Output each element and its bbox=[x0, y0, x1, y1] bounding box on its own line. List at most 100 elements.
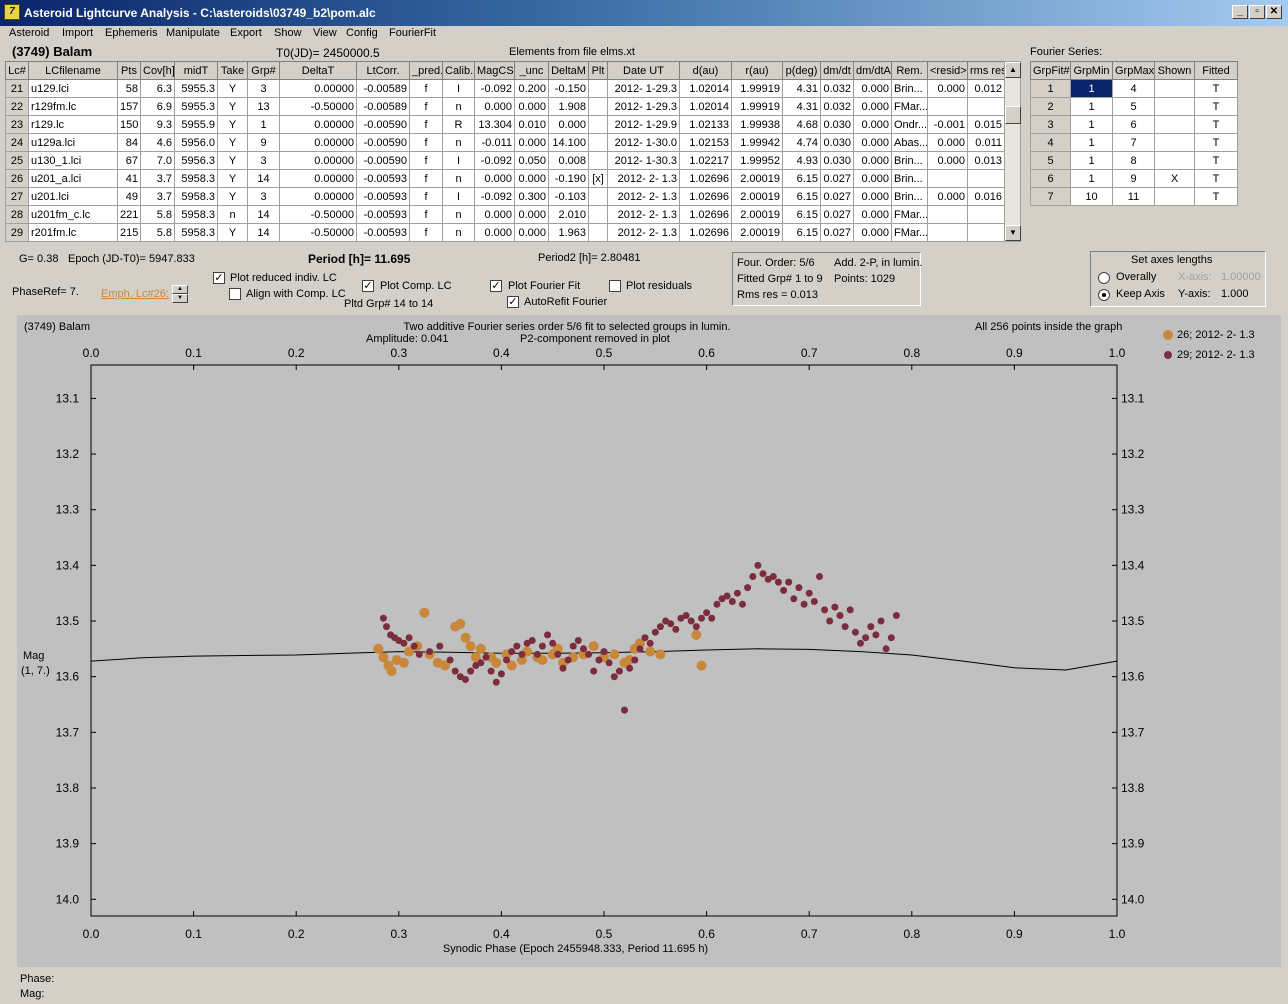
spin-up-icon[interactable]: ▲ bbox=[172, 285, 188, 294]
lc-table-cell[interactable] bbox=[588, 79, 608, 98]
lc-table-cell[interactable]: R bbox=[442, 115, 475, 134]
fs-col-header[interactable]: Fitted bbox=[1194, 61, 1238, 80]
fs-table-cell[interactable]: 1 bbox=[1070, 151, 1113, 170]
fs-table-row[interactable]: 114T bbox=[1030, 79, 1238, 98]
lc-table-cell[interactable]: 6.9 bbox=[140, 97, 175, 116]
lc-table-cell[interactable]: I bbox=[442, 187, 475, 206]
lc-table-cell[interactable]: 24 bbox=[5, 133, 29, 152]
lc-table-cell[interactable]: 2012- 1-29.9 bbox=[607, 115, 680, 134]
scroll-up-icon[interactable]: ▲ bbox=[1005, 62, 1021, 78]
fs-table-cell[interactable]: 1 bbox=[1030, 79, 1071, 98]
lc-table-cell[interactable]: 2.00019 bbox=[731, 187, 783, 206]
lc-table-cell[interactable]: 0.012 bbox=[967, 79, 1004, 98]
lc-table-cell[interactable]: Y bbox=[217, 187, 248, 206]
lc-table-cell[interactable]: 41 bbox=[117, 169, 141, 188]
lc-table-cell[interactable] bbox=[588, 115, 608, 134]
fs-table-cell[interactable]: 1 bbox=[1070, 79, 1113, 98]
lc-table-cell[interactable]: n bbox=[442, 205, 475, 224]
lc-table-cell[interactable]: -0.092 bbox=[474, 151, 515, 170]
lc-table-cell[interactable]: -0.00589 bbox=[356, 79, 410, 98]
lc-table-cell[interactable]: 5955.3 bbox=[174, 79, 218, 98]
lc-table-cell[interactable]: I bbox=[442, 151, 475, 170]
lc-table-cell[interactable]: f bbox=[409, 151, 443, 170]
lc-table-cell[interactable]: -0.190 bbox=[548, 169, 589, 188]
menu-manipulate[interactable]: Manipulate bbox=[166, 27, 220, 39]
lc-table-cell[interactable]: u201.lci bbox=[28, 187, 118, 206]
fs-table-cell[interactable]: 6 bbox=[1112, 115, 1155, 134]
period-value[interactable]: Period [h]= 11.695 bbox=[308, 252, 410, 266]
lc-table-cell[interactable]: Y bbox=[217, 79, 248, 98]
lc-table-cell[interactable]: n bbox=[217, 205, 248, 224]
fs-table-cell[interactable]: 6 bbox=[1030, 169, 1071, 188]
fs-table-row[interactable]: 215 T bbox=[1030, 97, 1238, 116]
lc-table-cell[interactable]: 5.8 bbox=[140, 205, 175, 224]
lc-table-row[interactable]: 21 u129.lci 58 6.3 5955.3 Y 3 0.00000 -0.00589 f I… bbox=[5, 79, 1004, 98]
lc-table-cell[interactable]: 3 bbox=[247, 187, 280, 206]
lc-table-cell[interactable]: 5958.3 bbox=[174, 205, 218, 224]
lc-table-cell[interactable]: 0.013 bbox=[967, 151, 1004, 170]
lc-table-cell[interactable]: 0.000 bbox=[853, 169, 892, 188]
lc-table-cell[interactable]: 221 bbox=[117, 205, 141, 224]
lc-table-cell[interactable] bbox=[967, 205, 1004, 224]
lc-table-cell[interactable]: 0.000 bbox=[514, 133, 549, 152]
lc-table-cell[interactable]: Y bbox=[217, 169, 248, 188]
lc-table-cell[interactable]: 0.000 bbox=[853, 133, 892, 152]
lc-table-cell[interactable]: 0.032 bbox=[820, 97, 854, 116]
lc-table-cell[interactable]: Ondr... bbox=[891, 115, 928, 134]
lc-table-cell[interactable]: 0.010 bbox=[514, 115, 549, 134]
lc-table-cell[interactable]: 0.000 bbox=[853, 97, 892, 116]
lc-table-cell[interactable]: 0.000 bbox=[474, 169, 515, 188]
lc-table-cell[interactable]: 3 bbox=[247, 79, 280, 98]
minimize-button[interactable]: _ bbox=[1232, 5, 1248, 19]
lc-table-cell[interactable]: -0.00593 bbox=[356, 169, 410, 188]
lc-table-cell[interactable] bbox=[588, 97, 608, 116]
fs-table-cell[interactable]: 2 bbox=[1030, 97, 1071, 116]
lc-table-cell[interactable]: 13 bbox=[247, 97, 280, 116]
lc-table-cell[interactable]: 0.000 bbox=[853, 223, 892, 242]
lc-table-row[interactable]: 28 u201fm_c.lc 221 5.8 5958.3 n 14 -0.50000 -0.0… bbox=[5, 205, 1004, 224]
lc-col-header[interactable]: Date UT bbox=[607, 61, 680, 80]
lc-table-cell[interactable]: 0.300 bbox=[514, 187, 549, 206]
lc-table-cell[interactable]: 6.15 bbox=[782, 205, 821, 224]
lc-col-header[interactable]: DeltaT bbox=[279, 61, 357, 80]
fs-col-header[interactable]: GrpMin bbox=[1070, 61, 1113, 80]
lc-table-cell[interactable]: 7.0 bbox=[140, 151, 175, 170]
lc-col-header[interactable]: Take bbox=[217, 61, 248, 80]
lc-table-cell[interactable]: Y bbox=[217, 115, 248, 134]
fs-table-cell[interactable]: X bbox=[1154, 169, 1195, 188]
lc-table-cell[interactable]: 0.000 bbox=[853, 79, 892, 98]
scroll-down-icon[interactable]: ▼ bbox=[1005, 225, 1021, 241]
lc-table-cell[interactable]: 1.02133 bbox=[679, 115, 732, 134]
fs-table-row[interactable]: 518 T bbox=[1030, 151, 1238, 170]
lc-table-cell[interactable]: 0.027 bbox=[820, 205, 854, 224]
fs-table-cell[interactable]: 5 bbox=[1030, 151, 1071, 170]
lc-table-cell[interactable]: 0.008 bbox=[548, 151, 589, 170]
lc-table-cell[interactable]: 0.000 bbox=[548, 115, 589, 134]
lc-table-cell[interactable]: 0.027 bbox=[820, 223, 854, 242]
lc-table-cell[interactable]: 22 bbox=[5, 97, 29, 116]
lc-col-header[interactable]: dm/dt bbox=[820, 61, 854, 80]
period2-value[interactable]: Period2 [h]= 2.80481 bbox=[538, 252, 640, 264]
lc-table-cell[interactable]: 215 bbox=[117, 223, 141, 242]
lc-table-cell[interactable]: 0.000 bbox=[927, 79, 968, 98]
lc-table-cell[interactable]: 1.99942 bbox=[731, 133, 783, 152]
lc-table-cell[interactable]: 0.000 bbox=[514, 205, 549, 224]
lc-table-cell[interactable]: f bbox=[409, 187, 443, 206]
lc-table-cell[interactable]: 14 bbox=[247, 169, 280, 188]
lc-col-header[interactable]: <resid> bbox=[927, 61, 968, 80]
lc-table-cell[interactable]: 1.963 bbox=[548, 223, 589, 242]
lc-table-cell[interactable]: FMar... bbox=[891, 205, 928, 224]
lc-table-cell[interactable]: 0.000 bbox=[927, 151, 968, 170]
lc-col-header[interactable]: Cov[h] bbox=[140, 61, 175, 80]
lc-col-header[interactable]: r(au) bbox=[731, 61, 783, 80]
fs-table-cell[interactable] bbox=[1154, 97, 1195, 116]
lc-table-cell[interactable]: 1.02696 bbox=[679, 223, 732, 242]
lc-table-cell[interactable]: 6.15 bbox=[782, 187, 821, 206]
lc-table-cell[interactable]: 1.02014 bbox=[679, 97, 732, 116]
lc-table-cell[interactable]: 157 bbox=[117, 97, 141, 116]
lc-table-row[interactable]: 29 r201fm.lc 215 5.8 5958.3 Y 14 -0.50000 -0.005… bbox=[5, 223, 1004, 242]
lc-table-cell[interactable]: 0.027 bbox=[820, 169, 854, 188]
lc-table-cell[interactable]: 0.000 bbox=[514, 223, 549, 242]
fs-col-header[interactable]: GrpMax bbox=[1112, 61, 1155, 80]
fs-table-row[interactable]: 7 10 11 T bbox=[1030, 187, 1238, 206]
